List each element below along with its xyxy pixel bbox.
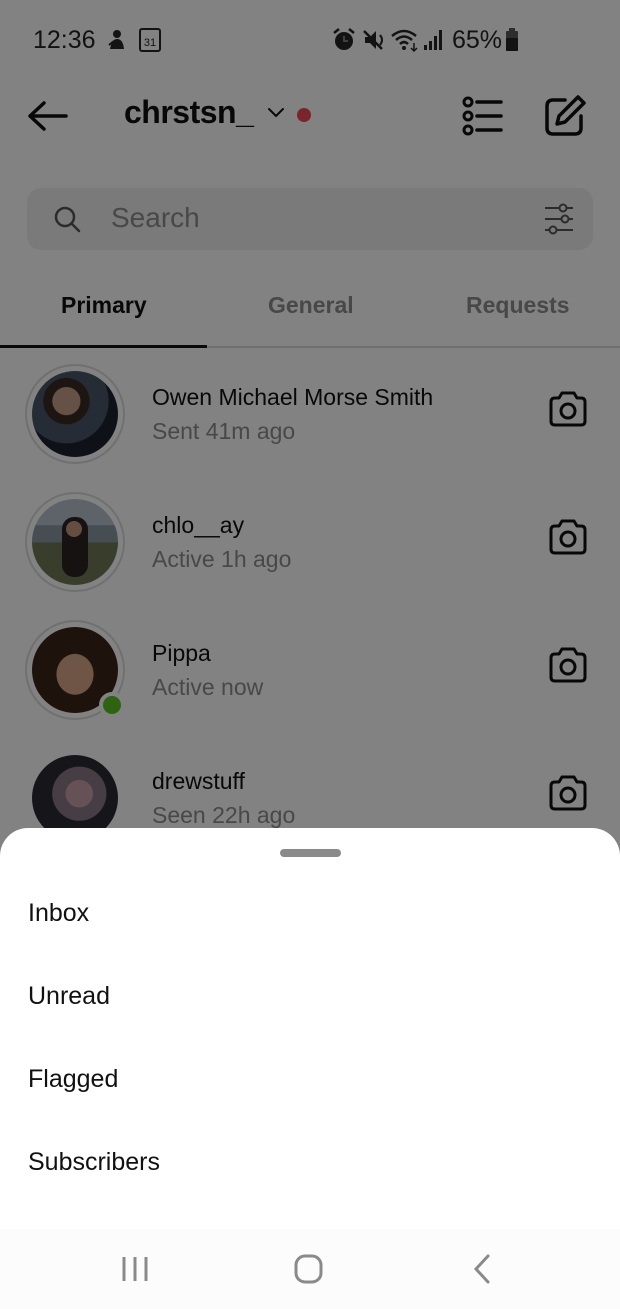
sheet-item-flagged[interactable]: Flagged	[28, 1049, 588, 1109]
recent-apps-button[interactable]	[115, 1251, 155, 1287]
sheet-item-inbox[interactable]: Inbox	[28, 883, 588, 943]
system-back-button[interactable]	[462, 1251, 502, 1287]
chevron-left-icon	[473, 1254, 490, 1284]
home-button[interactable]	[288, 1251, 328, 1287]
home-icon	[294, 1254, 323, 1284]
sheet-item-unread[interactable]: Unread	[28, 966, 588, 1026]
recent-apps-icon	[122, 1257, 148, 1281]
sheet-drag-handle[interactable]	[280, 849, 341, 857]
system-nav-bar	[0, 1229, 620, 1309]
sheet-item-subscribers[interactable]: Subscribers	[28, 1132, 588, 1192]
instagram-direct-screen: 12:36 31 65% chrstsn_ Search Primary Gen…	[0, 0, 620, 1309]
